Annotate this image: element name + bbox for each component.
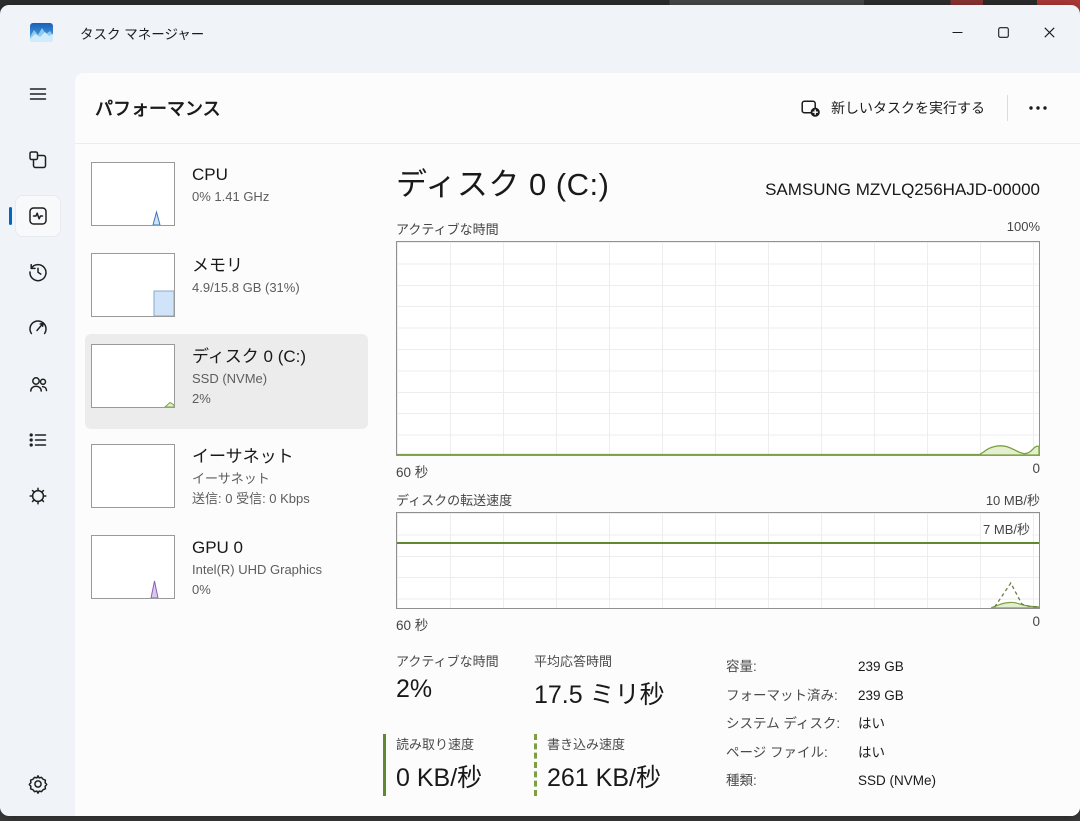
transfer-chart-ymax: 10 MB/秒: [985, 493, 1040, 508]
perf-item-title: メモリ: [192, 256, 243, 275]
stat-active-time: アクティブな時間 2%: [396, 654, 499, 703]
stat-avg-response: 平均応答時間 17.5 ミリ秒: [534, 654, 665, 709]
task-manager-window: タスク マネージャー パフォーマンス 新しいタスクを実行する CPU 0% 1.…: [0, 5, 1080, 816]
disk-stats: アクティブな時間 2% 平均応答時間 17.5 ミリ秒 読み取り速度 0 KB/…: [383, 651, 1040, 796]
stat-type: 種類: SSD (NVMe): [726, 773, 937, 788]
perf-item-sub: 0% 1.41 GHz: [192, 189, 270, 204]
performance-list: CPU 0% 1.41 GHz メモリ 4.9/15.8 GB (31%) ディ…: [85, 144, 368, 816]
perf-item-sub: 4.9/15.8 GB (31%): [192, 280, 300, 295]
stat-page-file: ページ ファイル: はい: [726, 744, 885, 760]
content-header: パフォーマンス 新しいタスクを実行する: [75, 73, 1080, 144]
maximize-button[interactable]: [980, 13, 1026, 53]
menu-toggle-icon[interactable]: [16, 74, 60, 114]
sidebar-item-startup-apps[interactable]: [16, 308, 60, 348]
perf-item-memory[interactable]: メモリ 4.9/15.8 GB (31%): [85, 243, 368, 329]
run-new-task-label: 新しいタスクを実行する: [831, 100, 985, 116]
perf-item-sub: 2%: [192, 390, 211, 406]
stat-capacity: 容量: 239 GB: [726, 659, 904, 674]
sidebar-item-app-history[interactable]: [16, 252, 60, 292]
more-options-icon[interactable]: [1018, 91, 1058, 125]
transfer-rate-chart: 7 MB/秒: [396, 512, 1040, 609]
disk-mini-chart: [91, 344, 175, 408]
perf-item-disk0[interactable]: ディスク 0 (C:) SSD (NVMe) 2%: [85, 334, 368, 429]
transfer-x-left: 60 秒: [396, 618, 429, 633]
task-manager-app-icon: [30, 23, 53, 42]
active-time-chart-ymax: 100%: [1006, 219, 1040, 234]
perf-item-sub: SSD (NVMe): [192, 371, 268, 386]
perf-item-sub: 0%: [192, 581, 211, 597]
active-time-chart: [396, 241, 1040, 456]
settings-icon[interactable]: [16, 764, 60, 804]
content-panel: パフォーマンス 新しいタスクを実行する CPU 0% 1.41 GHz メモリ …: [75, 73, 1080, 816]
perf-item-ethernet[interactable]: イーサネット イーサネット 送信: 0 受信: 0 Kbps: [85, 434, 368, 520]
header-divider: [1007, 95, 1008, 121]
stat-system-disk: システム ディスク: はい: [726, 716, 885, 731]
cpu-mini-chart: [91, 162, 175, 226]
perf-item-cpu[interactable]: CPU 0% 1.41 GHz: [85, 152, 368, 238]
close-button[interactable]: [1026, 13, 1072, 53]
stat-write-speed: 書き込み速度 261 KB/秒: [534, 733, 726, 796]
sidebar-item-users[interactable]: [16, 364, 60, 404]
sidebar-item-performance[interactable]: [8, 196, 60, 236]
perf-item-sub: 送信: 0 受信: 0 Kbps: [192, 490, 310, 506]
sidebar-nav: [0, 60, 75, 816]
run-new-task-button[interactable]: 新しいタスクを実行する: [788, 90, 997, 126]
transfer-chart-label: ディスクの転送速度: [396, 493, 513, 508]
sidebar-item-services[interactable]: [16, 476, 60, 516]
transfer-x-right: 0: [1032, 614, 1040, 629]
ethernet-mini-chart: [91, 444, 175, 508]
device-model: SAMSUNG MZVLQ256HAJD-00000: [765, 180, 1040, 199]
page-title: パフォーマンス: [95, 99, 221, 119]
gpu-mini-chart: [91, 535, 175, 599]
perf-item-sub: Intel(R) UHD Graphics: [192, 562, 323, 577]
perf-item-title: CPU: [192, 165, 228, 184]
sidebar-item-details[interactable]: [16, 420, 60, 460]
stat-read-speed: 読み取り速度 0 KB/秒: [383, 733, 534, 796]
active-time-chart-label: アクティブな時間: [396, 222, 499, 237]
perf-item-sub: イーサネット: [192, 471, 270, 486]
perf-item-title: ディスク 0 (C:): [192, 347, 307, 366]
stat-formatted: フォーマット済み: 239 GB: [726, 687, 904, 703]
active-time-x-right: 0: [1032, 461, 1040, 476]
perf-item-title: GPU 0: [192, 538, 244, 557]
window-title: タスク マネージャー: [80, 26, 205, 42]
new-task-icon: [800, 98, 821, 118]
active-time-x-left: 60 秒: [396, 465, 429, 480]
titlebar: タスク マネージャー: [0, 5, 1080, 60]
sidebar-item-processes[interactable]: [16, 140, 60, 180]
detail-title: ディスク 0 (C:): [396, 167, 610, 202]
memory-mini-chart: [91, 253, 175, 317]
disk-detail-stats: 容量: 239 GB フォーマット済み: 239 GB システム ディスク: は…: [726, 651, 936, 796]
perf-item-gpu0[interactable]: GPU 0 Intel(R) UHD Graphics 0%: [85, 525, 368, 611]
disk-detail-pane: ディスク 0 (C:) SAMSUNG MZVLQ256HAJD-00000 ア…: [368, 144, 1080, 816]
minimize-button[interactable]: [934, 13, 980, 53]
perf-item-title: イーサネット: [192, 447, 294, 466]
